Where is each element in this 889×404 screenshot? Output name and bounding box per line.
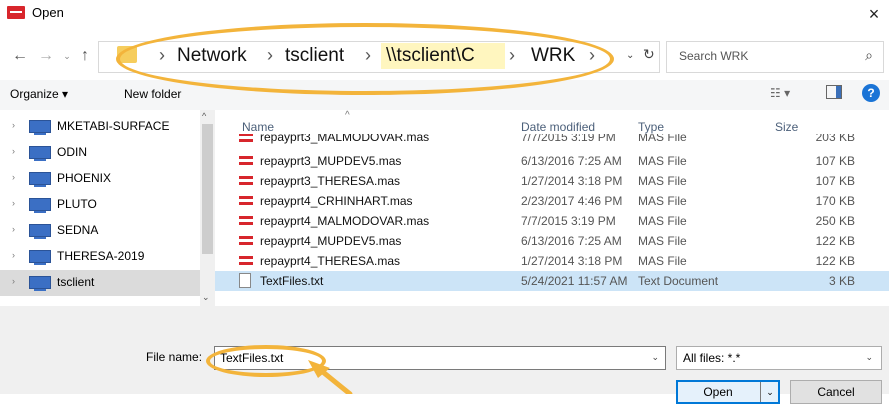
annotation-arrow bbox=[308, 360, 353, 394]
